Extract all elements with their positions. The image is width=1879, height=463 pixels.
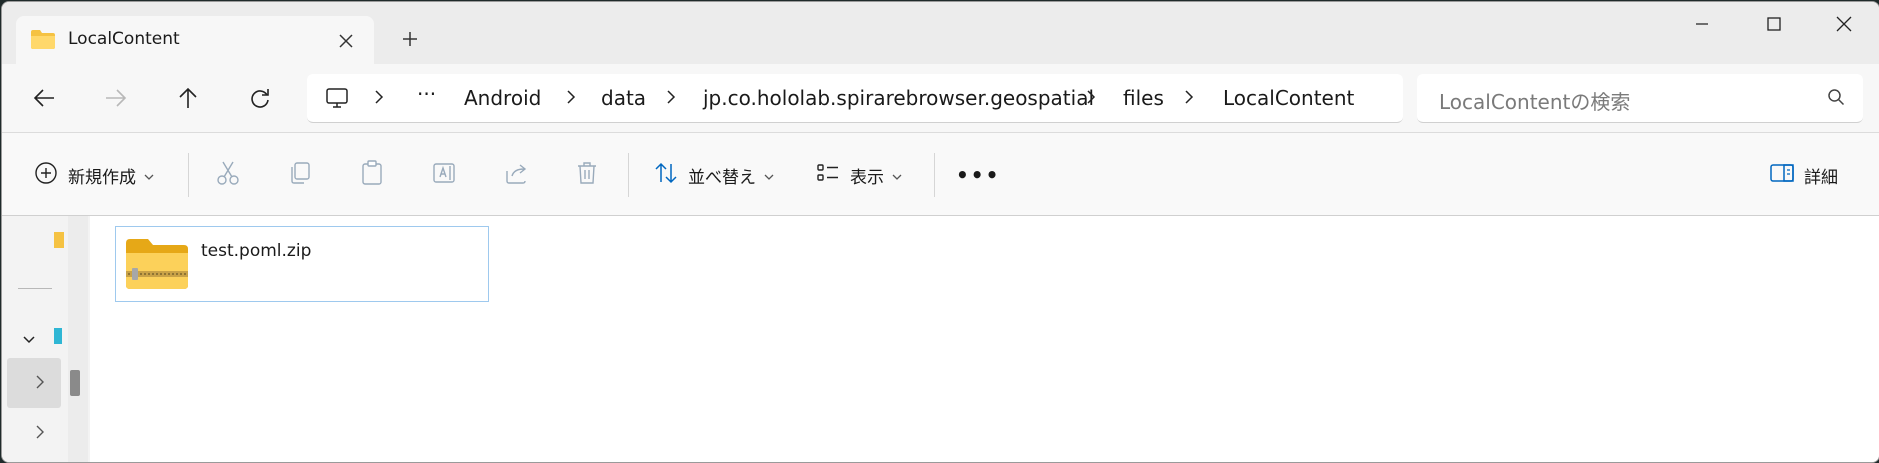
sort-button-label: 並べ替え xyxy=(688,167,756,188)
breadcrumb-android[interactable]: Android xyxy=(464,86,541,110)
view-button-label: 表示 xyxy=(850,167,884,188)
share-button[interactable] xyxy=(504,157,530,193)
copy-icon xyxy=(288,161,312,189)
breadcrumb-files[interactable]: files xyxy=(1123,86,1164,110)
chevron-right-icon[interactable] xyxy=(565,89,577,109)
chevron-right-icon[interactable] xyxy=(35,424,45,444)
chevron-down-icon[interactable] xyxy=(22,330,36,349)
command-bar: 新規作成 並べ替え 表示 ••• 詳細 xyxy=(2,133,1879,216)
copy-button[interactable] xyxy=(288,157,312,193)
breadcrumb-overflow[interactable]: ··· xyxy=(417,82,436,106)
share-icon xyxy=(504,161,530,189)
divider xyxy=(188,153,189,197)
chevron-down-icon xyxy=(144,166,154,185)
address-row: ··· Android data jp.co.hololab.spirarebr… xyxy=(2,64,1879,133)
tab-title: LocalContent xyxy=(68,29,180,49)
details-button-label: 詳細 xyxy=(1804,167,1838,188)
title-bar: LocalContent xyxy=(2,2,1879,64)
close-icon[interactable] xyxy=(332,27,360,55)
maximize-icon[interactable] xyxy=(1739,2,1809,46)
add-circle-icon xyxy=(34,161,58,189)
cut-button[interactable] xyxy=(216,157,240,193)
chevron-right-icon[interactable] xyxy=(1085,89,1097,109)
breadcrumb-localcontent[interactable]: LocalContent xyxy=(1223,86,1354,110)
rename-button[interactable] xyxy=(432,157,458,193)
new-button[interactable]: 新規作成 xyxy=(34,157,154,193)
clipboard-icon xyxy=(360,160,384,190)
trash-icon xyxy=(576,161,598,189)
zip-folder-icon xyxy=(124,235,190,295)
scissors-icon xyxy=(216,160,240,190)
nav-item-selected[interactable] xyxy=(7,358,61,408)
chevron-right-icon[interactable] xyxy=(373,89,385,109)
search-icon[interactable] xyxy=(1827,88,1845,110)
close-icon[interactable] xyxy=(1809,2,1879,46)
search-placeholder: LocalContentの検索 xyxy=(1439,90,1631,114)
plus-icon[interactable] xyxy=(394,23,426,55)
file-explorer-window: LocalContent ··· Android data jp.co.holo… xyxy=(1,1,1879,463)
chevron-down-icon xyxy=(764,166,774,185)
chevron-right-icon[interactable] xyxy=(665,89,677,109)
file-name: test.poml.zip xyxy=(201,241,312,261)
drive-icon[interactable] xyxy=(54,328,62,348)
tab-localcontent[interactable]: LocalContent xyxy=(16,16,374,64)
divider xyxy=(18,288,52,289)
details-button[interactable]: 詳細 xyxy=(1770,157,1838,193)
refresh-icon[interactable] xyxy=(240,80,280,116)
details-pane-icon xyxy=(1770,163,1794,187)
minimize-icon[interactable] xyxy=(1667,2,1737,46)
new-button-label: 新規作成 xyxy=(68,167,136,188)
view-button[interactable]: 表示 xyxy=(816,157,902,193)
up-arrow-icon[interactable] xyxy=(168,80,208,116)
chevron-down-icon xyxy=(892,166,902,185)
sort-icon xyxy=(654,161,678,189)
folder-icon xyxy=(30,28,56,54)
address-bar[interactable]: ··· Android data jp.co.hololab.spirarebr… xyxy=(307,74,1403,123)
divider xyxy=(628,153,629,197)
forward-arrow-icon[interactable] xyxy=(96,80,136,116)
divider xyxy=(934,153,935,197)
breadcrumb-data[interactable]: data xyxy=(601,86,646,110)
chevron-right-icon[interactable] xyxy=(35,374,45,394)
more-options-button[interactable]: ••• xyxy=(956,157,1000,193)
list-view-icon xyxy=(816,162,840,188)
sort-button[interactable]: 並べ替え xyxy=(654,157,774,193)
file-item[interactable]: test.poml.zip xyxy=(115,226,489,302)
chevron-right-icon[interactable] xyxy=(1183,89,1195,109)
monitor-icon[interactable] xyxy=(325,87,349,113)
breadcrumb-package[interactable]: jp.co.hololab.spirarebrowser.geospatial xyxy=(703,86,1094,110)
back-arrow-icon[interactable] xyxy=(24,80,64,116)
nav-scrollbar-thumb[interactable] xyxy=(70,370,80,396)
folder-icon[interactable] xyxy=(54,232,64,252)
paste-button[interactable] xyxy=(360,157,384,193)
delete-button[interactable] xyxy=(576,157,598,193)
rename-icon xyxy=(432,161,458,189)
search-input[interactable]: LocalContentの検索 xyxy=(1417,74,1863,123)
nav-scrollbar[interactable] xyxy=(68,216,88,462)
